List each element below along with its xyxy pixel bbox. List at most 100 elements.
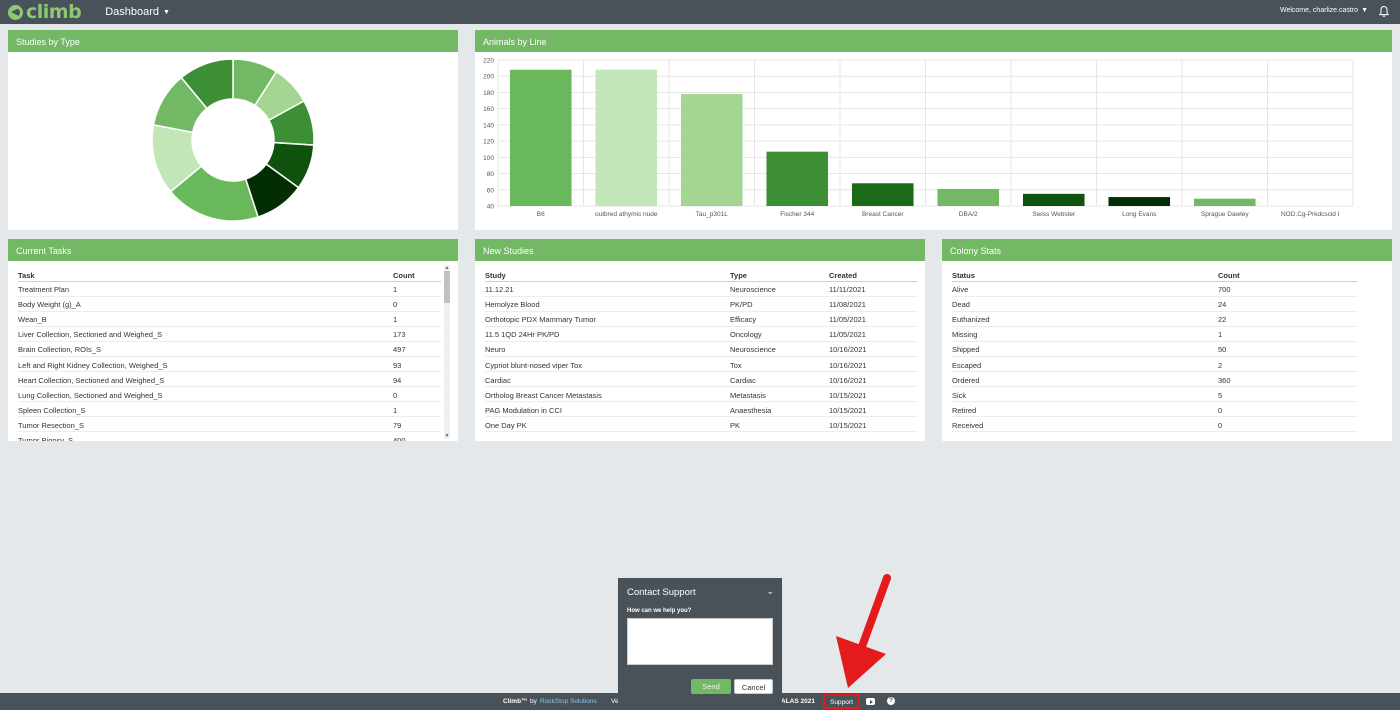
table-cell: Wean_B: [18, 311, 393, 327]
y-tick-label: 200: [483, 74, 494, 81]
table-cell: 94: [393, 371, 441, 388]
panel-title: Studies by Type: [8, 30, 458, 52]
table-cell: Left and Right Kidney Collection, Weighe…: [18, 356, 393, 373]
notification-bell-icon[interactable]: [1378, 5, 1390, 18]
table-cell: Euthanized: [952, 311, 1218, 327]
y-tick-label: 120: [483, 139, 494, 146]
x-tick-label: Long Evans: [1122, 211, 1157, 218]
x-tick-label: Tau_p301L: [696, 211, 729, 218]
bar[interactable]: [509, 69, 572, 206]
x-tick-label: outbred athymic nude: [595, 211, 658, 218]
bar[interactable]: [851, 183, 914, 206]
table-cell: Sick: [952, 386, 1218, 403]
table-cell: Heart Collection, Sectioned and Weighed_…: [18, 371, 393, 388]
table-row: Heart Collection, Sectioned and Weighed_…: [18, 371, 441, 388]
table-cell: PAG Modulation in CCI: [485, 401, 730, 418]
table-row: Escaped 2: [952, 356, 1357, 373]
bar[interactable]: [766, 151, 829, 206]
footer-company-link[interactable]: RockStop Solutions: [540, 698, 597, 705]
table-cell: PK/PD: [730, 296, 829, 312]
table-cell: Tox: [730, 356, 829, 373]
table-row: Missing 1: [952, 326, 1357, 342]
table-row: Received 0: [952, 416, 1357, 433]
bar[interactable]: [595, 69, 658, 206]
new-studies-table: Study Type Created 11.12.21 Neuroscience 1…: [485, 268, 917, 433]
y-tick-label: 40: [487, 204, 495, 211]
table-cell: 11/08/2021: [829, 296, 917, 312]
help-icon[interactable]: ?: [887, 697, 895, 705]
send-button[interactable]: Send: [691, 679, 731, 694]
x-tick-label: B6: [537, 211, 545, 218]
table-cell: Tumor Resection_S: [18, 416, 393, 433]
table-cell: Shipped: [952, 341, 1218, 357]
table-cell: 700: [1218, 281, 1357, 297]
tasks-scrollbar[interactable]: ▲ ▼: [444, 265, 450, 439]
x-tick-label: NOD.Cg-Prkdcscid I: [1281, 211, 1340, 218]
table-cell: Hemolyze Blood: [485, 296, 730, 312]
column-header: Study: [485, 268, 730, 282]
bar[interactable]: [1108, 197, 1171, 206]
climb-logo[interactable]: climb: [8, 2, 82, 22]
table-row: Spleen Collection_S 1: [18, 401, 441, 418]
chevron-down-icon[interactable]: ⌄: [766, 586, 774, 597]
colony-stats-panel: Colony Stats Status Count Alive 700 Dead 24…: [942, 239, 1392, 441]
table-row[interactable]: Cypriot blunt-nosed viper Tox Tox 10/16/20…: [485, 356, 917, 373]
table-row[interactable]: Ortholog Breast Cancer Metastasis Metasta…: [485, 386, 917, 403]
bar[interactable]: [1022, 193, 1085, 206]
panel-title: Animals by Line: [475, 30, 1392, 52]
table-cell: Cardiac: [485, 371, 730, 388]
dashboard-menu-label: Dashboard: [105, 6, 160, 18]
climb-logo-icon: [8, 4, 23, 20]
x-tick-label: DBA/2: [959, 211, 978, 218]
table-row[interactable]: Neuro Neuroscience 10/16/2021: [485, 341, 917, 357]
y-tick-label: 220: [483, 58, 494, 65]
table-row: Liver Collection, Sectioned and Weighed_…: [18, 326, 441, 342]
table-row[interactable]: 11.12.21 Neuroscience 11/11/2021: [485, 281, 917, 297]
new-studies-panel: New Studies Study Type Created 11.12.21 N…: [475, 239, 925, 441]
table-cell: Oncology: [730, 326, 829, 342]
bar[interactable]: [1193, 198, 1256, 206]
table-row: Retired 0: [952, 401, 1357, 418]
support-message-input[interactable]: [627, 618, 773, 665]
table-cell: Dead: [952, 296, 1218, 312]
bar[interactable]: [680, 94, 743, 206]
cancel-button[interactable]: Cancel: [734, 679, 773, 694]
table-row: Tumor Biopsy_S 400: [18, 431, 441, 441]
scrollbar-thumb[interactable]: [444, 271, 450, 303]
table-row[interactable]: PAG Modulation in CCI Anaesthesia 10/15/20…: [485, 401, 917, 418]
user-menu[interactable]: Welcome, charlize.castro ▼: [1280, 7, 1368, 14]
footer-brand: Climb™: [503, 698, 528, 705]
scroll-down-icon[interactable]: ▼: [444, 433, 450, 439]
table-cell: Metastasis: [730, 386, 829, 403]
table-cell: Neuroscience: [730, 341, 829, 357]
support-link[interactable]: Support: [823, 694, 860, 709]
table-cell: Received: [952, 416, 1218, 433]
table-cell: 11.12.21: [485, 281, 730, 297]
table-row[interactable]: Cardiac Cardiac 10/16/2021: [485, 371, 917, 388]
bar[interactable]: [937, 188, 1000, 206]
y-tick-label: 180: [483, 90, 494, 97]
table-row[interactable]: Hemolyze Blood PK/PD 11/08/2021: [485, 296, 917, 312]
dashboard-menu[interactable]: Dashboard ▼: [105, 6, 170, 18]
table-cell: 173: [393, 326, 441, 342]
panel-title: Current Tasks: [8, 239, 458, 261]
table-cell: Alive: [952, 281, 1218, 297]
table-row[interactable]: 11.5 1QD 24Hr PK/PD Oncology 11/05/2021: [485, 326, 917, 342]
y-tick-label: 160: [483, 106, 494, 113]
table-row[interactable]: Orthotopic PDX Mammary Tumor Efficacy 11/0…: [485, 311, 917, 327]
table-cell: Liver Collection, Sectioned and Weighed_…: [18, 326, 393, 342]
table-cell: Lung Collection, Sectioned and Weighed_S: [18, 386, 393, 403]
table-cell: Treatment Plan: [18, 281, 393, 297]
x-tick-label: Fischer 344: [780, 211, 814, 218]
table-cell: 497: [393, 341, 441, 357]
table-cell: Neuro: [485, 341, 730, 357]
table-cell: Ordered: [952, 371, 1218, 388]
youtube-icon[interactable]: [866, 698, 875, 705]
top-nav-bar: climb Dashboard ▼ Welcome, charlize.cast…: [0, 0, 1400, 24]
table-cell: 1: [393, 311, 441, 327]
table-cell: 400: [393, 431, 441, 441]
table-row[interactable]: One Day PK PK 10/15/2021: [485, 416, 917, 433]
table-cell: 2: [1218, 356, 1357, 373]
current-tasks-panel: Current Tasks Task Count Treatment Plan 1…: [8, 239, 458, 441]
column-header: Type: [730, 268, 829, 282]
